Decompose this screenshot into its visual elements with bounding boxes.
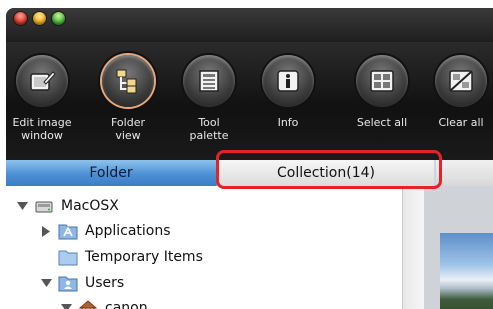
folder-view-label-line2: view: [115, 129, 141, 142]
select-all-button[interactable]: Select all: [346, 55, 418, 129]
select-all-icon: [356, 55, 408, 107]
close-window-button[interactable]: [14, 12, 27, 25]
tab-collection[interactable]: Collection(14): [218, 160, 434, 186]
folder-icon: [58, 248, 78, 266]
app-window: Edit image window Folder view Tool palet…: [6, 8, 493, 309]
clear-all-label: Clear all: [438, 116, 484, 129]
tree-item-label: MacOSX: [61, 198, 119, 214]
info-icon: [262, 55, 314, 107]
expand-triangle-icon[interactable]: [60, 302, 72, 309]
tool-palette-label-line2: palette: [189, 129, 229, 142]
preview-panel: [424, 186, 493, 309]
tab-bar-filler: [436, 160, 493, 186]
folder-view-button[interactable]: Folder view: [92, 55, 164, 142]
tree-item-canon[interactable]: canon: [60, 296, 148, 309]
tree-item-label: Applications: [85, 223, 171, 239]
tab-bar: Folder Collection(14): [6, 160, 493, 186]
title-bar: [6, 8, 493, 42]
folder-tree: MacOSX Applications Temporary Items User…: [6, 186, 402, 309]
edit-image-window-button[interactable]: Edit image window: [6, 55, 78, 142]
select-all-label: Select all: [356, 116, 408, 129]
toolbar: Edit image window Folder view Tool palet…: [6, 42, 493, 160]
tool-palette-button[interactable]: Tool palette: [173, 55, 245, 142]
tree-item-label: Users: [85, 275, 125, 291]
clear-all-icon: [435, 55, 487, 107]
tree-item-label: Temporary Items: [85, 249, 203, 265]
folder-view-label-line1: Folder: [111, 116, 145, 129]
zoom-window-button[interactable]: [52, 12, 65, 25]
info-label-line1: Info: [277, 116, 299, 129]
tree-item-users[interactable]: Users: [40, 271, 124, 295]
tool-palette-icon: [183, 55, 235, 107]
clear-all-button[interactable]: Clear all: [425, 55, 493, 129]
image-thumbnail[interactable]: [440, 233, 493, 309]
tree-item-temporary-items[interactable]: Temporary Items: [58, 245, 203, 269]
users-folder-icon: [58, 274, 78, 292]
tab-folder[interactable]: Folder: [6, 160, 217, 186]
edit-image-icon: [16, 55, 68, 107]
tool-palette-label-line1: Tool: [198, 116, 220, 129]
expand-triangle-icon[interactable]: [40, 277, 52, 289]
hard-drive-icon: [34, 197, 54, 215]
info-button[interactable]: Info: [252, 55, 324, 129]
applications-folder-icon: [58, 222, 78, 240]
tree-item-applications[interactable]: Applications: [40, 219, 171, 243]
edit-image-label-line1: Edit image: [12, 116, 72, 129]
tree-item-label: canon: [105, 300, 148, 309]
tree-scrollbar[interactable]: [402, 186, 425, 309]
folder-view-icon: [102, 55, 154, 107]
edit-image-label-line2: window: [21, 129, 63, 142]
home-icon: [78, 299, 98, 309]
collapse-triangle-icon[interactable]: [40, 225, 52, 237]
tree-item-macosx[interactable]: MacOSX: [16, 194, 119, 218]
minimize-window-button[interactable]: [33, 12, 46, 25]
expand-triangle-icon[interactable]: [16, 200, 28, 212]
